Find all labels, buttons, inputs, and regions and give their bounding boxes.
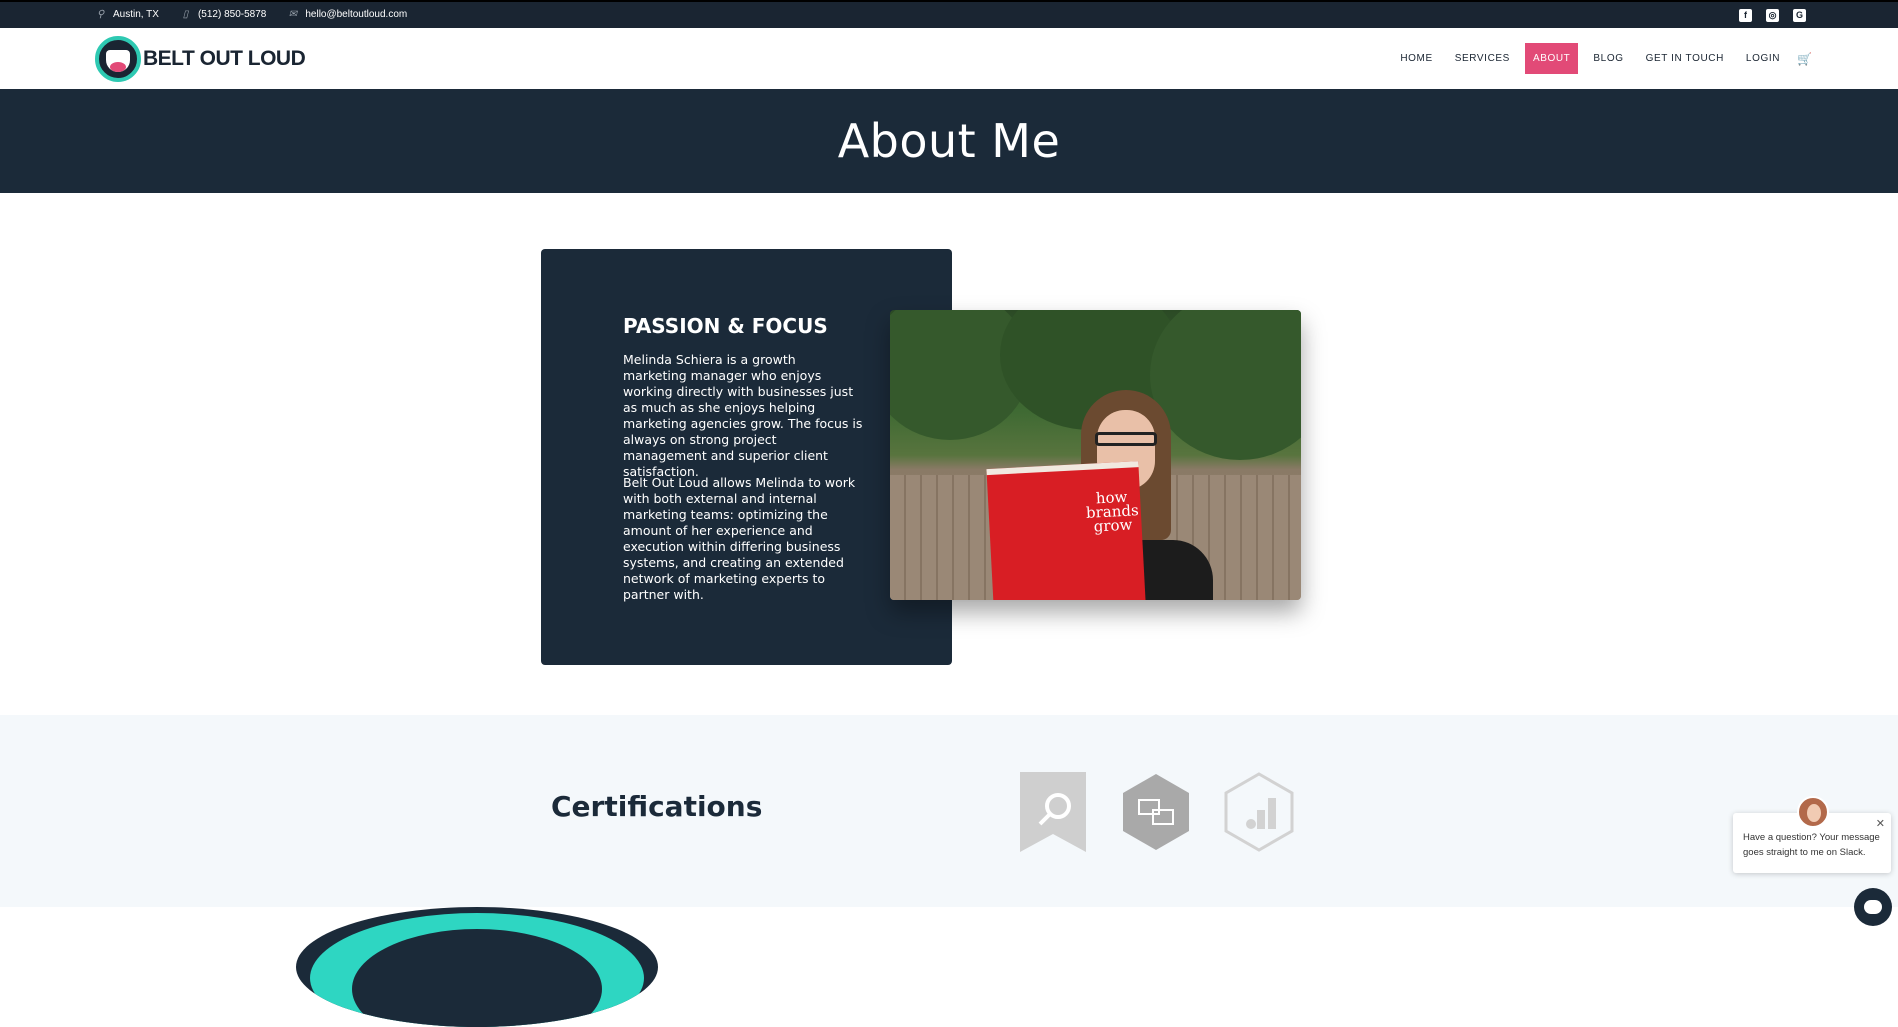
book-prop: how brands grow — [986, 461, 1146, 600]
chat-close-icon[interactable]: ✕ — [1876, 817, 1885, 830]
social-links: f ◎ G — [1739, 9, 1806, 22]
nav-blog[interactable]: BLOG — [1586, 43, 1630, 74]
google-plus-icon[interactable]: G — [1793, 9, 1806, 22]
nav-services[interactable]: SERVICES — [1448, 43, 1517, 74]
nav-get-in-touch[interactable]: GET IN TOUCH — [1639, 43, 1731, 74]
about-paragraph-2: Belt Out Loud allows Melinda to work wit… — [623, 475, 856, 602]
chat-avatar — [1797, 796, 1829, 828]
footer-logo-partial — [296, 907, 658, 1027]
top-info-bar: ⚲ Austin, TX ▯ (512) 850-5878 ✉ hello@belto… — [0, 0, 1898, 28]
logo-text: BELT OUT LOUD — [143, 47, 306, 70]
about-heading: PASSION & FOCUS — [623, 314, 828, 338]
glasses-icon — [1095, 432, 1157, 446]
facebook-icon[interactable]: f — [1739, 9, 1752, 22]
pin-icon: ⚲ — [96, 9, 105, 20]
site-header: BELT OUT LOUD HOME SERVICES ABOUT BLOG G… — [0, 28, 1898, 89]
nav-home[interactable]: HOME — [1393, 43, 1439, 74]
location-info: ⚲ Austin, TX — [96, 9, 159, 20]
cart-icon[interactable]: 🛒 — [1797, 52, 1812, 66]
phone-icon: ▯ — [182, 9, 189, 20]
phone-info[interactable]: ▯ (512) 850-5878 — [181, 9, 267, 20]
page-hero: About Me — [0, 89, 1898, 193]
chat-launcher-icon[interactable] — [1854, 888, 1892, 926]
book-title: how brands grow — [1085, 487, 1140, 536]
main-nav: HOME SERVICES ABOUT BLOG GET IN TOUCH LO… — [1389, 43, 1812, 74]
email-text[interactable]: hello@beltoutloud.com — [305, 9, 407, 20]
about-paragraph-1: Melinda Schiera is a growth marketing ma… — [623, 352, 863, 479]
chat-message: Have a question? Your message goes strai… — [1743, 832, 1880, 858]
contact-info: ⚲ Austin, TX ▯ (512) 850-5878 ✉ hello@belto… — [96, 9, 407, 20]
search-ads-badge-icon — [1018, 772, 1088, 852]
about-section: PASSION & FOCUS Melinda Schiera is a gro… — [0, 193, 1898, 716]
email-info[interactable]: ✉ hello@beltoutloud.com — [288, 9, 408, 20]
display-ads-badge-icon — [1121, 772, 1191, 852]
certifications-section: Certifications — [0, 715, 1898, 907]
certifications-heading: Certifications — [551, 790, 763, 823]
nav-about[interactable]: ABOUT — [1524, 43, 1579, 74]
mail-icon: ✉ — [288, 9, 298, 20]
site-logo[interactable]: BELT OUT LOUD — [95, 36, 306, 82]
instagram-icon[interactable]: ◎ — [1766, 9, 1779, 22]
phone-text[interactable]: (512) 850-5878 — [198, 9, 266, 20]
page-title: About Me — [837, 114, 1061, 168]
profile-photo: how brands grow — [890, 310, 1301, 600]
analytics-badge-icon — [1224, 772, 1294, 852]
location-text: Austin, TX — [113, 9, 159, 20]
nav-login[interactable]: LOGIN — [1739, 43, 1787, 74]
logo-mark — [95, 36, 141, 82]
